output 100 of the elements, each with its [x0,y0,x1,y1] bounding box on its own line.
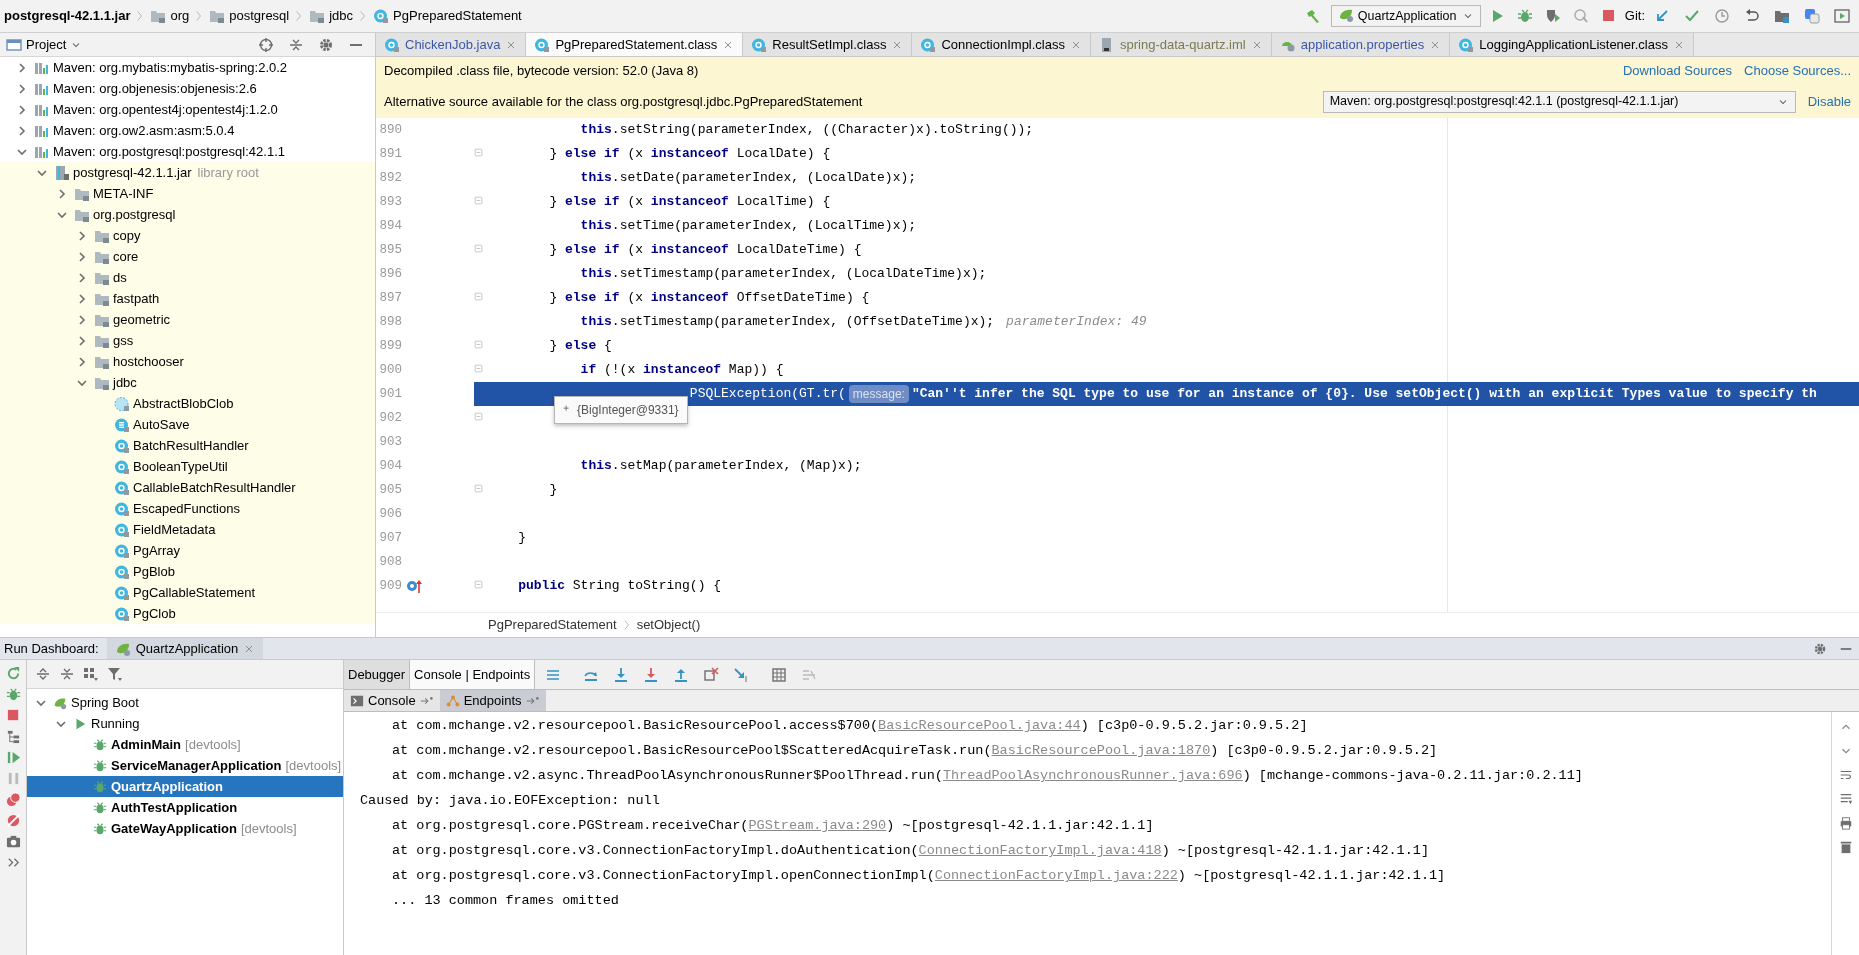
editor-tab[interactable]: ResultSetImpl.class [743,33,913,56]
tree-item[interactable]: PgCallableStatement [133,582,256,603]
project-structure-icon[interactable] [1774,8,1790,24]
evaluate-icon[interactable] [771,666,788,683]
step-out-icon[interactable] [673,666,690,683]
tree-item[interactable]: EscapedFunctions [133,498,240,519]
tree-item[interactable]: org.postgresql [93,204,176,225]
tree-item[interactable]: CallableBatchResultHandler [133,477,296,498]
breadcrumb-item[interactable]: jdbc [329,6,354,26]
settings-icon[interactable] [1813,641,1827,656]
tree-item[interactable]: Maven: org.ow2.asm:asm:5.0.4 [53,120,235,141]
tree-item[interactable]: Maven: org.mybatis:mybatis-spring:2.0.2 [53,57,288,78]
tree-item[interactable]: Maven: org.opentest4j:opentest4j:1.2.0 [53,99,278,120]
scroll-to-end-icon[interactable] [1838,792,1853,806]
print-icon[interactable] [1838,816,1853,830]
console-tab[interactable]: Endpoints [439,690,546,711]
breadcrumb-item[interactable]: PgPreparedStatement [488,615,617,635]
tree-item[interactable]: Maven: org.postgresql:postgresql:42.1.1 [53,141,285,162]
filter-icon[interactable] [107,666,123,682]
tree-item[interactable]: postgresql-42.1.1.jar [73,162,192,183]
debug-icon[interactable] [5,687,21,702]
tree-item[interactable]: hostchooser [113,351,184,372]
debug-tooltip[interactable]: {BigInteger@9331} [554,396,688,424]
editor-tab[interactable]: ChickenJob.java [376,33,527,56]
fold-marker-icon[interactable] [474,364,486,376]
tree-row[interactable]: QuartzApplication [27,776,343,797]
fold-marker-icon[interactable] [474,412,486,424]
tree-item[interactable]: PgArray [133,540,180,561]
source-link[interactable]: ThreadPoolAsynchronousRunner.java:696 [942,766,1243,787]
coverage-icon[interactable] [1544,8,1561,24]
drop-frame-icon[interactable] [703,666,720,683]
tree-item[interactable]: BatchResultHandler [133,435,249,456]
source-select[interactable]: Maven: org.postgresql:postgresql:42.1.1 (postgresql-42.1.1.jar) [1322,90,1796,113]
panel-tab[interactable]: Debugger [344,660,411,689]
notice-link[interactable]: Download Sources [1622,61,1733,81]
stop-icon[interactable] [5,708,21,723]
editor-tab[interactable]: PgPreparedStatement.class [526,33,744,56]
tree-item[interactable]: ds [113,267,127,288]
camera-icon[interactable] [5,834,21,849]
step-into-icon[interactable] [613,666,630,683]
breadcrumb-item[interactable]: setObject() [636,615,701,635]
tree-item[interactable]: AbstractBlobClob [133,393,234,414]
fold-marker-icon[interactable] [474,196,486,208]
source-link[interactable]: ConnectionFactoryImpl.java:418 [918,841,1162,862]
force-step-into-icon[interactable] [643,666,660,683]
tree-item[interactable]: fastpath [113,288,160,309]
debug-icon[interactable] [1516,8,1533,24]
locate-icon[interactable] [258,36,274,53]
editor-tab[interactable]: application.properties [1271,33,1451,56]
tree-item[interactable]: Maven: org.objenesis:objenesis:2.6 [53,78,257,99]
tree-item[interactable]: core [113,246,139,267]
tree-item[interactable]: PgClob [133,603,176,624]
fold-marker-icon[interactable] [474,580,486,592]
editor-tab[interactable]: ConnectionImpl.class [912,33,1091,56]
breadcrumb-item[interactable]: org [170,6,190,26]
source-link[interactable]: ConnectionFactoryImpl.java:222 [934,866,1178,887]
soft-wrap-icon[interactable] [1838,768,1853,782]
history-icon[interactable] [1714,8,1730,24]
tree-row[interactable]: Spring Boot [27,692,343,713]
fold-marker-icon[interactable] [474,148,486,160]
tree-item[interactable]: META-INF [93,183,154,204]
tree-structure-icon[interactable] [5,729,21,744]
tree-row[interactable]: AdminMain [devtools] [27,734,343,755]
clear-icon[interactable] [1838,840,1853,854]
fold-marker-icon[interactable] [474,292,486,304]
tree-item[interactable]: gss [113,330,134,351]
settings-icon[interactable] [318,36,334,53]
panel-tab[interactable]: Console | Endpoints [410,660,536,689]
revert-icon[interactable] [1744,8,1760,24]
tree-item[interactable]: jdbc [113,372,137,393]
editor-tab[interactable]: LoggingApplicationListener.class [1450,33,1694,56]
fold-marker-icon[interactable] [474,340,486,352]
stop-icon[interactable] [1600,8,1617,24]
fold-marker-icon[interactable] [474,484,486,496]
project-view-dropdown[interactable]: Project [26,34,67,55]
notice-link[interactable]: Disable [1807,91,1851,112]
run-config-dropdown[interactable]: QuartzApplication [1330,5,1481,27]
tree-item[interactable]: copy [113,225,141,246]
commit-icon[interactable] [1684,8,1700,24]
tree-item[interactable]: PgBlob [133,561,175,582]
tree-item[interactable]: AutoSave [133,414,190,435]
source-link[interactable]: BasicResourcePool.java:44 [878,716,1081,737]
tree-row[interactable]: ServiceManagerApplication [devtools] [27,755,343,776]
tree-item[interactable]: FieldMetadata [133,519,216,540]
breakpoints-icon[interactable] [5,792,21,807]
profiler-icon[interactable] [1572,8,1589,24]
overrides-marker-icon[interactable] [406,578,422,594]
collapse-all-icon[interactable] [59,666,75,682]
tree-item[interactable]: BooleanTypeUtil [133,456,228,477]
tree-row[interactable]: Running [27,713,343,734]
breadcrumb-item[interactable]: postgresql-42.1.1.jar [4,6,131,26]
fold-marker-icon[interactable] [474,244,486,256]
resume-icon[interactable] [5,750,21,765]
breadcrumb-item[interactable]: postgresql [229,6,290,26]
run-to-cursor-icon[interactable] [733,666,750,683]
tree-item[interactable]: geometric [113,309,171,330]
build-icon[interactable] [1304,8,1321,24]
group-icon[interactable] [83,666,99,682]
notice-link[interactable]: Choose Sources... [1744,61,1851,81]
rerun-icon[interactable] [5,666,21,681]
